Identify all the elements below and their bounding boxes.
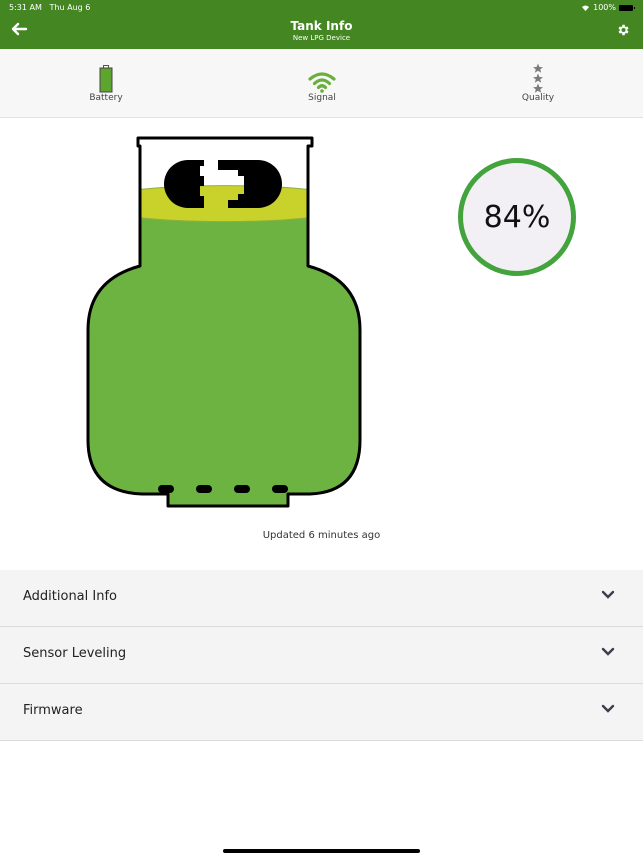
wifi-signal-icon — [308, 72, 336, 93]
header-bar: 5:31 AM Thu Aug 6 100% Tank Info New LPG… — [0, 0, 643, 49]
accordion-firmware[interactable]: Firmware — [0, 684, 643, 741]
metrics-bar: Battery Signal Quality — [0, 49, 643, 118]
status-time: 5:31 AM Thu Aug 6 — [9, 3, 91, 12]
tank-liquid-surface — [88, 185, 360, 223]
page-title: Tank Info — [290, 19, 353, 33]
tank-level-value: 84% — [483, 199, 551, 235]
chevron-down-icon — [601, 704, 615, 713]
accordion-label: Additional Info — [23, 589, 117, 604]
metric-quality[interactable]: Quality — [493, 61, 583, 103]
metric-quality-label: Quality — [521, 93, 555, 103]
wifi-icon — [582, 5, 590, 11]
battery-percent: 100% — [593, 3, 616, 12]
home-indicator[interactable] — [223, 849, 420, 853]
chevron-down-icon — [601, 590, 615, 599]
metric-signal[interactable]: Signal — [277, 61, 367, 103]
accordion-label: Firmware — [23, 703, 83, 718]
accordion-additional-info[interactable]: Additional Info — [0, 570, 643, 627]
accordion-label: Sensor Leveling — [23, 646, 127, 661]
page-subtitle: New LPG Device — [292, 34, 351, 42]
battery-icon — [99, 65, 113, 93]
battery-status-icon — [619, 4, 635, 11]
chevron-down-icon — [601, 647, 615, 656]
accordion-sensor-leveling[interactable]: Sensor Leveling — [0, 627, 643, 684]
gear-icon[interactable] — [616, 23, 630, 37]
updated-timestamp: Updated 6 minutes ago — [262, 530, 381, 541]
metric-battery-label: Battery — [89, 93, 123, 103]
metric-signal-label: Signal — [308, 93, 336, 103]
status-right: 100% — [581, 3, 635, 12]
tank-level-gauge: 84% — [458, 158, 576, 276]
lpg-tank-illustration — [86, 136, 362, 508]
metric-battery[interactable]: Battery — [61, 61, 151, 103]
tank-liquid — [88, 203, 360, 506]
stars-icon — [533, 63, 543, 93]
